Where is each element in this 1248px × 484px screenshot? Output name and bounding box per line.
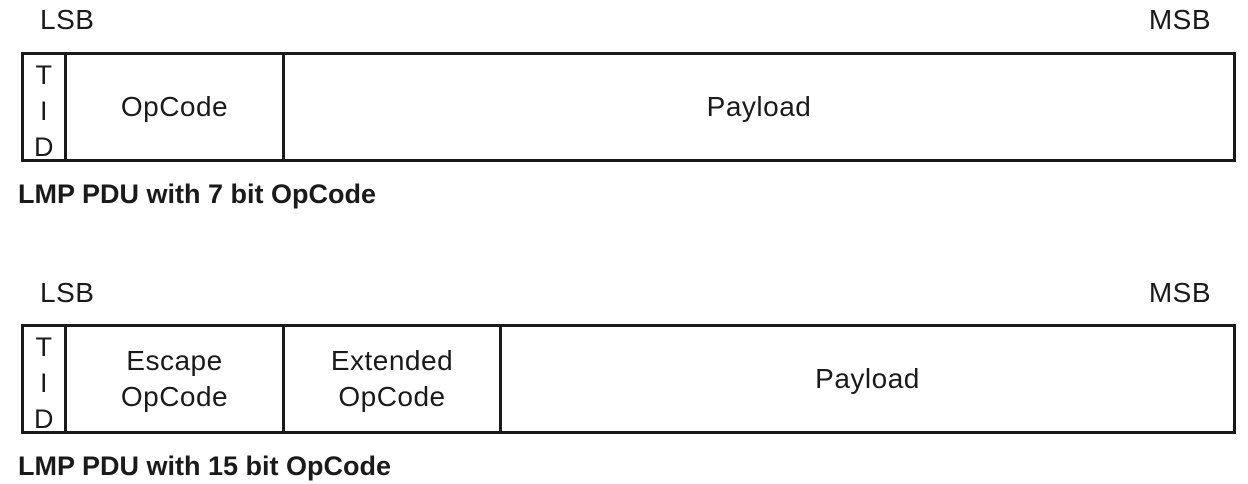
tid-letter: D xyxy=(34,404,54,434)
lsb-label: LSB xyxy=(40,4,95,35)
extended-opcode-label-line: Extended xyxy=(330,345,454,376)
opcode-field: OpCode xyxy=(67,55,285,159)
msb-label: MSB xyxy=(1148,277,1211,308)
tid-letter: I xyxy=(39,368,48,398)
pdu-frame-7bit: T I D OpCode Payload xyxy=(21,52,1236,162)
tid-letter: D xyxy=(34,132,54,162)
pdu-frame-15bit: T I D Escape OpCode Extended OpCode Payl… xyxy=(21,324,1236,434)
extended-opcode-field: Extended OpCode xyxy=(285,327,502,431)
escape-opcode-field: Escape OpCode xyxy=(67,327,285,431)
escape-opcode-label-line: Escape xyxy=(126,345,223,376)
tid-field: T I D xyxy=(24,55,67,162)
tid-field: T I D xyxy=(24,327,67,434)
lsb-label: LSB xyxy=(40,277,95,308)
escape-opcode-label-line: OpCode xyxy=(120,381,229,412)
payload-field: Payload xyxy=(285,55,1233,159)
payload-field: Payload xyxy=(502,327,1233,431)
diagram-caption: LMP PDU with 15 bit OpCode xyxy=(18,451,392,481)
tid-letter: I xyxy=(39,96,48,126)
payload-label: Payload xyxy=(706,91,812,122)
payload-label: Payload xyxy=(815,363,920,394)
extended-opcode-label-line: OpCode xyxy=(338,381,446,412)
diagram-caption: LMP PDU with 7 bit OpCode xyxy=(18,179,377,209)
msb-label: MSB xyxy=(1148,4,1211,35)
tid-letter: T xyxy=(35,332,53,362)
tid-letter: T xyxy=(35,60,53,90)
opcode-label: OpCode xyxy=(120,91,229,122)
